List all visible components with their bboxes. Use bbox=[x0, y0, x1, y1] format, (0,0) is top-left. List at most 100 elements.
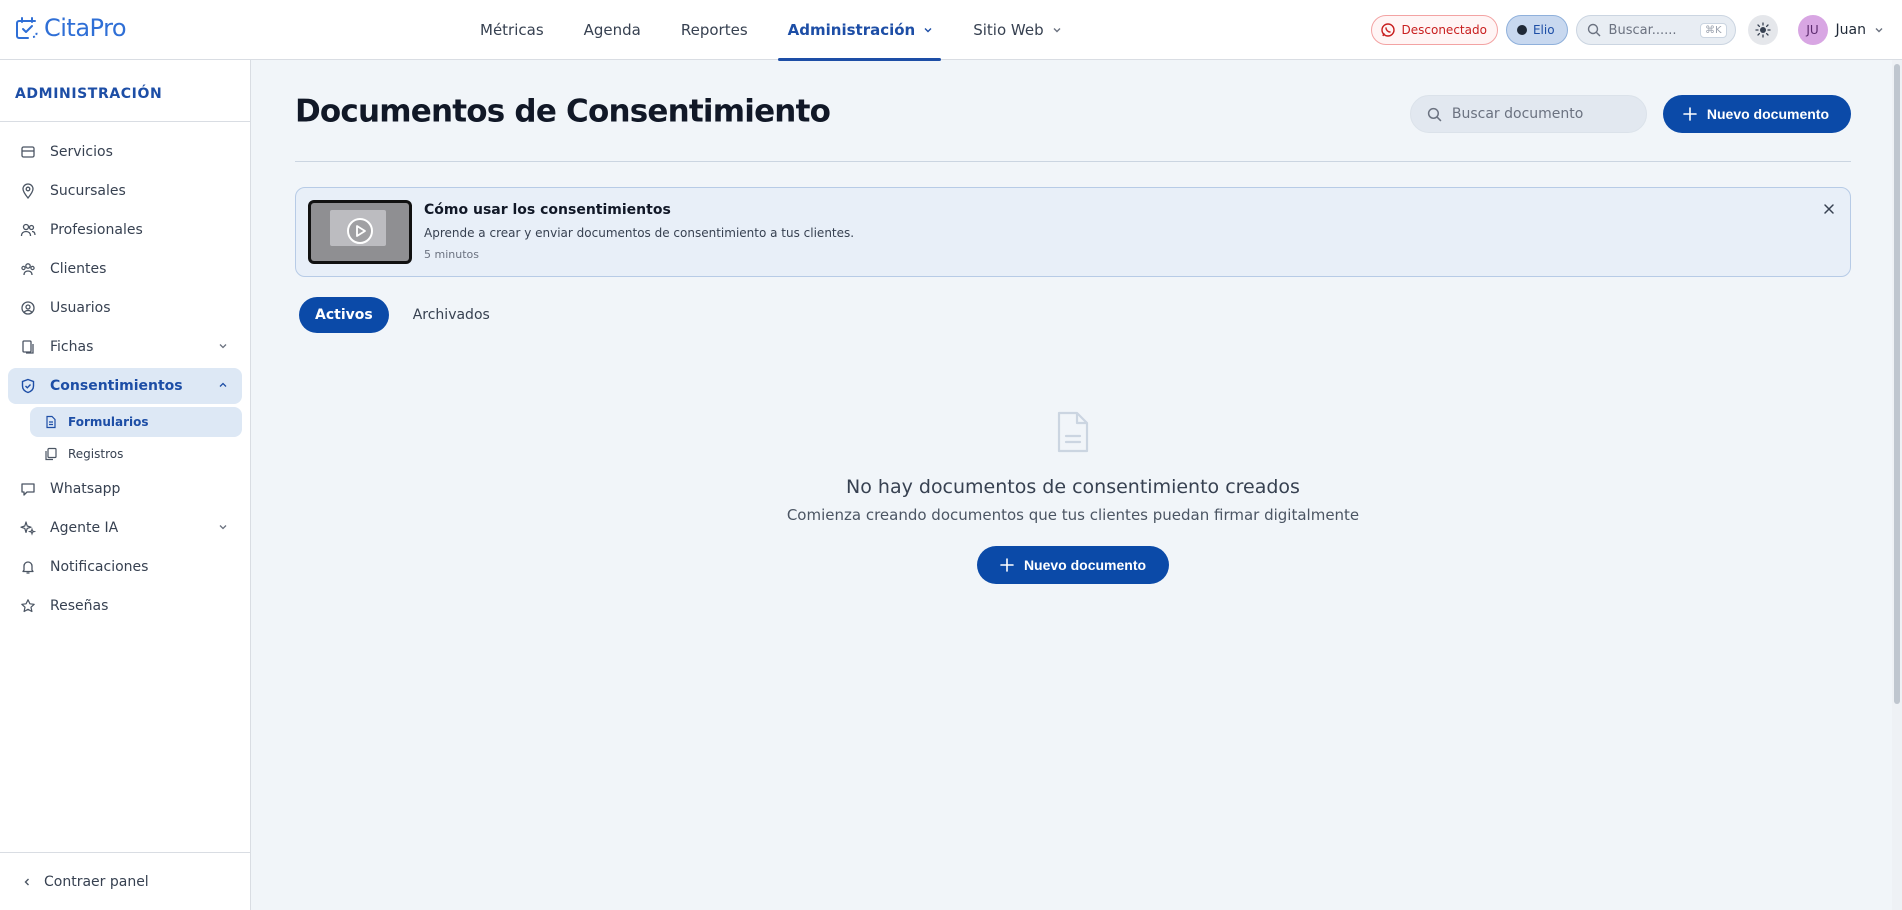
document-icon bbox=[1057, 411, 1089, 453]
sidebar-item-label: Profesionales bbox=[50, 222, 143, 238]
sidebar-item-profesionales[interactable]: Profesionales bbox=[8, 212, 242, 248]
sidebar-item-label: Notificaciones bbox=[50, 559, 149, 575]
user-circle-icon bbox=[21, 301, 35, 315]
whatsapp-status-badge[interactable]: Desconectado bbox=[1370, 15, 1498, 45]
sidebar-item-label: Whatsapp bbox=[50, 481, 121, 497]
global-search-input[interactable]: Buscar...... ⌘K bbox=[1575, 15, 1736, 45]
sidebar-item-whatsapp[interactable]: Whatsapp bbox=[8, 471, 242, 507]
plus-icon bbox=[1683, 107, 1697, 121]
collapse-panel-label: Contraer panel bbox=[44, 873, 149, 890]
sidebar-item-label: Servicios bbox=[50, 144, 113, 160]
whatsapp-icon bbox=[1380, 23, 1395, 37]
sidebar-item-usuarios[interactable]: Usuarios bbox=[8, 290, 242, 326]
logo[interactable]: CitaPro bbox=[14, 14, 127, 42]
top-right-actions: Desconectado Elio Buscar...... ⌘K JU Jua… bbox=[1370, 14, 1884, 46]
sidebar-item-agente-ia[interactable]: Agente IA bbox=[8, 510, 242, 546]
new-document-button[interactable]: Nuevo documento bbox=[1662, 95, 1851, 133]
star-icon bbox=[21, 599, 35, 613]
files-icon bbox=[22, 340, 34, 354]
sidebar-item-sucursales[interactable]: Sucursales bbox=[8, 173, 242, 209]
file-text-icon bbox=[46, 415, 56, 429]
elio-assistant-button[interactable]: Elio bbox=[1505, 15, 1568, 45]
nav-label: Agenda bbox=[583, 21, 641, 39]
nav-metricas[interactable]: Métricas bbox=[460, 0, 564, 60]
search-icon bbox=[1587, 23, 1601, 37]
chevron-down-icon bbox=[219, 525, 227, 530]
sidebar-item-label: Usuarios bbox=[50, 300, 111, 316]
sidebar-item-fichas[interactable]: Fichas bbox=[8, 329, 242, 365]
search-icon bbox=[1427, 107, 1442, 121]
page-scrollbar[interactable] bbox=[1892, 60, 1902, 910]
video-thumbnail[interactable] bbox=[308, 200, 412, 264]
chevron-down-icon bbox=[924, 28, 932, 33]
sidebar-item-clientes[interactable]: Clientes bbox=[8, 251, 242, 287]
main-content: Documentos de Consentimiento Buscar docu… bbox=[295, 60, 1851, 584]
sidebar-item-label: Fichas bbox=[50, 339, 94, 355]
nav-agenda[interactable]: Agenda bbox=[564, 0, 661, 60]
plus-icon bbox=[1000, 558, 1014, 572]
play-icon bbox=[347, 218, 373, 244]
chat-icon bbox=[21, 483, 35, 496]
sun-icon bbox=[1754, 22, 1771, 38]
map-pin-icon bbox=[22, 183, 34, 199]
nav-label: Sitio Web bbox=[973, 21, 1044, 39]
user-menu[interactable]: JU Juan bbox=[1797, 15, 1884, 45]
sidebar-item-notificaciones[interactable]: Notificaciones bbox=[8, 549, 242, 585]
sidebar-menu: Servicios Sucursales Profesionales Clien… bbox=[0, 122, 250, 624]
document-search-placeholder: Buscar documento bbox=[1451, 106, 1584, 122]
sidebar-title: ADMINISTRACIÓN bbox=[0, 60, 250, 122]
logo-text: CitaPro bbox=[44, 14, 127, 42]
sidebar-subitem-registros[interactable]: Registros bbox=[30, 439, 242, 469]
sidebar-item-label: Reseñas bbox=[50, 598, 109, 614]
empty-state: No hay documentos de consentimiento crea… bbox=[295, 410, 1851, 584]
empty-state-subtitle: Comienza creando documentos que tus clie… bbox=[786, 506, 1360, 524]
elio-avatar-icon bbox=[1516, 25, 1527, 35]
sidebar: ADMINISTRACIÓN Servicios Sucursales Prof… bbox=[0, 60, 251, 910]
top-bar: CitaPro Métricas Agenda Reportes Adminis… bbox=[0, 0, 1902, 61]
new-document-label: Nuevo documento bbox=[1706, 106, 1829, 122]
shortcut-badge: ⌘K bbox=[1699, 22, 1727, 38]
banner-description: Aprende a crear y enviar documentos de c… bbox=[424, 226, 855, 240]
nav-label: Métricas bbox=[480, 21, 544, 39]
box-icon bbox=[21, 146, 35, 158]
collapse-panel-button[interactable]: Contraer panel bbox=[0, 852, 250, 910]
sidebar-subitem-formularios[interactable]: Formularios bbox=[30, 407, 242, 437]
sparkles-icon bbox=[20, 521, 36, 536]
nav-reportes[interactable]: Reportes bbox=[661, 0, 768, 60]
users-icon bbox=[20, 223, 36, 237]
theme-toggle-button[interactable] bbox=[1747, 15, 1778, 45]
empty-new-document-button[interactable]: Nuevo documento bbox=[977, 546, 1169, 584]
nav-sitio-web[interactable]: Sitio Web bbox=[953, 0, 1081, 60]
main-nav: Métricas Agenda Reportes Administración … bbox=[460, 0, 1082, 61]
nav-administracion[interactable]: Administración bbox=[768, 0, 954, 61]
tab-activos[interactable]: Activos bbox=[299, 297, 389, 333]
sidebar-item-servicios[interactable]: Servicios bbox=[8, 134, 242, 170]
header-actions: Buscar documento Nuevo documento bbox=[1409, 95, 1851, 133]
chevron-up-icon bbox=[219, 382, 227, 387]
sidebar-item-label: Agente IA bbox=[50, 520, 119, 536]
chevron-left-icon bbox=[24, 878, 29, 885]
bell-icon bbox=[22, 561, 34, 574]
empty-state-title: No hay documentos de consentimiento crea… bbox=[846, 476, 1300, 498]
nav-label: Administración bbox=[787, 21, 916, 39]
nav-label: Reportes bbox=[680, 21, 748, 39]
sidebar-item-resenas[interactable]: Reseñas bbox=[8, 588, 242, 624]
sidebar-item-label: Clientes bbox=[50, 261, 107, 277]
sidebar-item-label: Sucursales bbox=[50, 183, 126, 199]
sidebar-item-consentimientos[interactable]: Consentimientos bbox=[8, 368, 242, 404]
chevron-down-icon bbox=[1875, 28, 1883, 33]
sidebar-subitem-label: Formularios bbox=[68, 415, 149, 429]
chevron-down-icon bbox=[219, 344, 227, 349]
elio-label: Elio bbox=[1532, 23, 1555, 37]
close-icon[interactable] bbox=[1820, 200, 1838, 218]
chevron-down-icon bbox=[1053, 28, 1061, 33]
sidebar-subitem-label: Registros bbox=[68, 447, 124, 461]
whatsapp-status-text: Desconectado bbox=[1401, 23, 1487, 37]
copy-icon bbox=[45, 447, 57, 461]
document-search-input[interactable]: Buscar documento bbox=[1409, 95, 1647, 133]
calendar-check-icon bbox=[16, 17, 38, 39]
status-tabs: Activos Archivados bbox=[299, 297, 506, 333]
banner-title: Cómo usar los consentimientos bbox=[424, 202, 671, 218]
tab-archivados[interactable]: Archivados bbox=[397, 297, 506, 333]
scrollbar-thumb[interactable] bbox=[1894, 64, 1900, 704]
